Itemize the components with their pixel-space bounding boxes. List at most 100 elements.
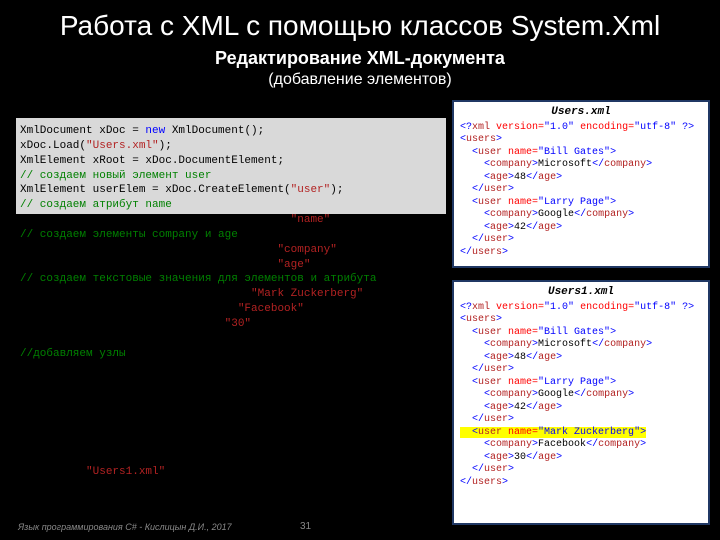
code-line: XmlElement xRoot = xDoc.DocumentElement; [20,155,284,167]
xml-val: "Bill Gates" [538,147,610,158]
xml-tag: company [604,339,646,350]
xml-title: Users.xml [460,106,702,120]
code-line: XmlDocument xDoc = [20,125,145,137]
code-line: XmlDocument(); [165,125,264,137]
xml-br: < [460,147,478,158]
xml-attr: name= [502,327,538,338]
xml-br: > [496,314,502,325]
xml-br: </ [526,172,538,183]
xml-br: > [508,184,514,195]
xml-attr: encoding= [574,122,634,133]
xml-tag: age [538,402,556,413]
xml-text: Microsoft [538,159,592,170]
xml-br: </ [526,222,538,233]
code-comment: // создаем текстовые значения для элемен… [20,273,376,285]
xml-br: </ [460,364,484,375]
xml-tag: user [478,147,502,158]
code-line: xDoc.Load( [20,140,86,152]
xml-text: 48 [514,352,526,363]
code-block: XmlDocument xDoc = new XmlDocument(); xD… [20,124,440,480]
xml-title: Users1.xml [460,286,702,300]
code-comment: // создаем атрибут name [20,199,172,211]
xml-br: < [460,222,490,233]
code-line [20,466,86,478]
page-number: 31 [300,521,311,532]
xml-tag: age [538,172,556,183]
xml-tag: user [478,427,502,438]
slide: Работа с XML с помощью классов System.Xm… [0,0,720,540]
xml-tag: company [598,439,640,450]
xml-br: > [610,377,616,388]
xml-br: < [460,197,478,208]
xml-val: "Mark Zuckerberg" [538,427,640,438]
xml-tag: company [490,159,532,170]
xml-br: > [556,172,562,183]
xml-br: < [460,427,478,438]
xml-tag: age [490,452,508,463]
xml-tag: users [472,477,502,488]
xml-val: "Larry Page" [538,197,610,208]
xml-val: "utf-8" [634,122,676,133]
xml-text: Google [538,389,574,400]
xml-br: > [508,234,514,245]
xml-br: < [460,389,490,400]
xml-text: 42 [514,402,526,413]
xml-br: < [460,439,490,450]
xml-tag: age [538,352,556,363]
xml-tag: age [490,352,508,363]
code-line: ); [330,184,343,196]
xml-attr: version= [490,122,544,133]
xml-br: < [460,402,490,413]
slide-title: Работа с XML с помощью классов System.Xm… [0,0,720,42]
code-str: "Facebook" [20,303,304,315]
xml-br: </ [574,209,586,220]
xml-tag: age [490,402,508,413]
slide-subtitle-2: (добавление элементов) [0,71,720,89]
xml-br: < [460,352,490,363]
xml-br: </ [574,389,586,400]
xml-br: </ [460,184,484,195]
xml-tag: user [484,364,508,375]
xml-attr: name= [502,147,538,158]
xml-attr: version= [490,302,544,313]
xml-tag: company [490,339,532,350]
xml-br: > [640,439,646,450]
xml-br: </ [460,414,484,425]
xml-tag: company [586,389,628,400]
xml-tag: xml [472,122,490,133]
xml-br: < [460,327,478,338]
xml-br: > [646,339,652,350]
code-str: "user" [291,184,331,196]
xml-br: > [496,134,502,145]
xml-val: "utf-8" [634,302,676,313]
xml-br: > [556,352,562,363]
code-str: "name" [20,214,330,226]
xml-val: "Larry Page" [538,377,610,388]
xml-br: <? [460,302,472,313]
xml-br: > [556,452,562,463]
code-kw: new [145,125,165,137]
xml-br: > [508,414,514,425]
xml-br: </ [526,452,538,463]
xml-br: > [556,402,562,413]
xml-tag: company [490,389,532,400]
xml-val: "1.0" [544,302,574,313]
xml-br: </ [586,439,598,450]
xml-br: ?> [676,302,694,313]
slide-subtitle-1: Редактирование XML-документа [0,48,720,69]
xml-tag: users [472,247,502,258]
xml-br: > [556,222,562,233]
xml-tag: user [478,197,502,208]
xml-br: > [610,197,616,208]
xml-br: </ [460,477,472,488]
xml-br: </ [460,464,484,475]
xml-br: </ [592,159,604,170]
xml-br: </ [592,339,604,350]
xml-br: > [610,327,616,338]
xml-val: "Bill Gates" [538,327,610,338]
xml-tag: user [484,234,508,245]
xml-tag: company [490,439,532,450]
xml-text: Facebook [538,439,586,450]
code-line: XmlElement userElem = xDoc.CreateElement… [20,184,291,196]
xml-tag: user [478,327,502,338]
